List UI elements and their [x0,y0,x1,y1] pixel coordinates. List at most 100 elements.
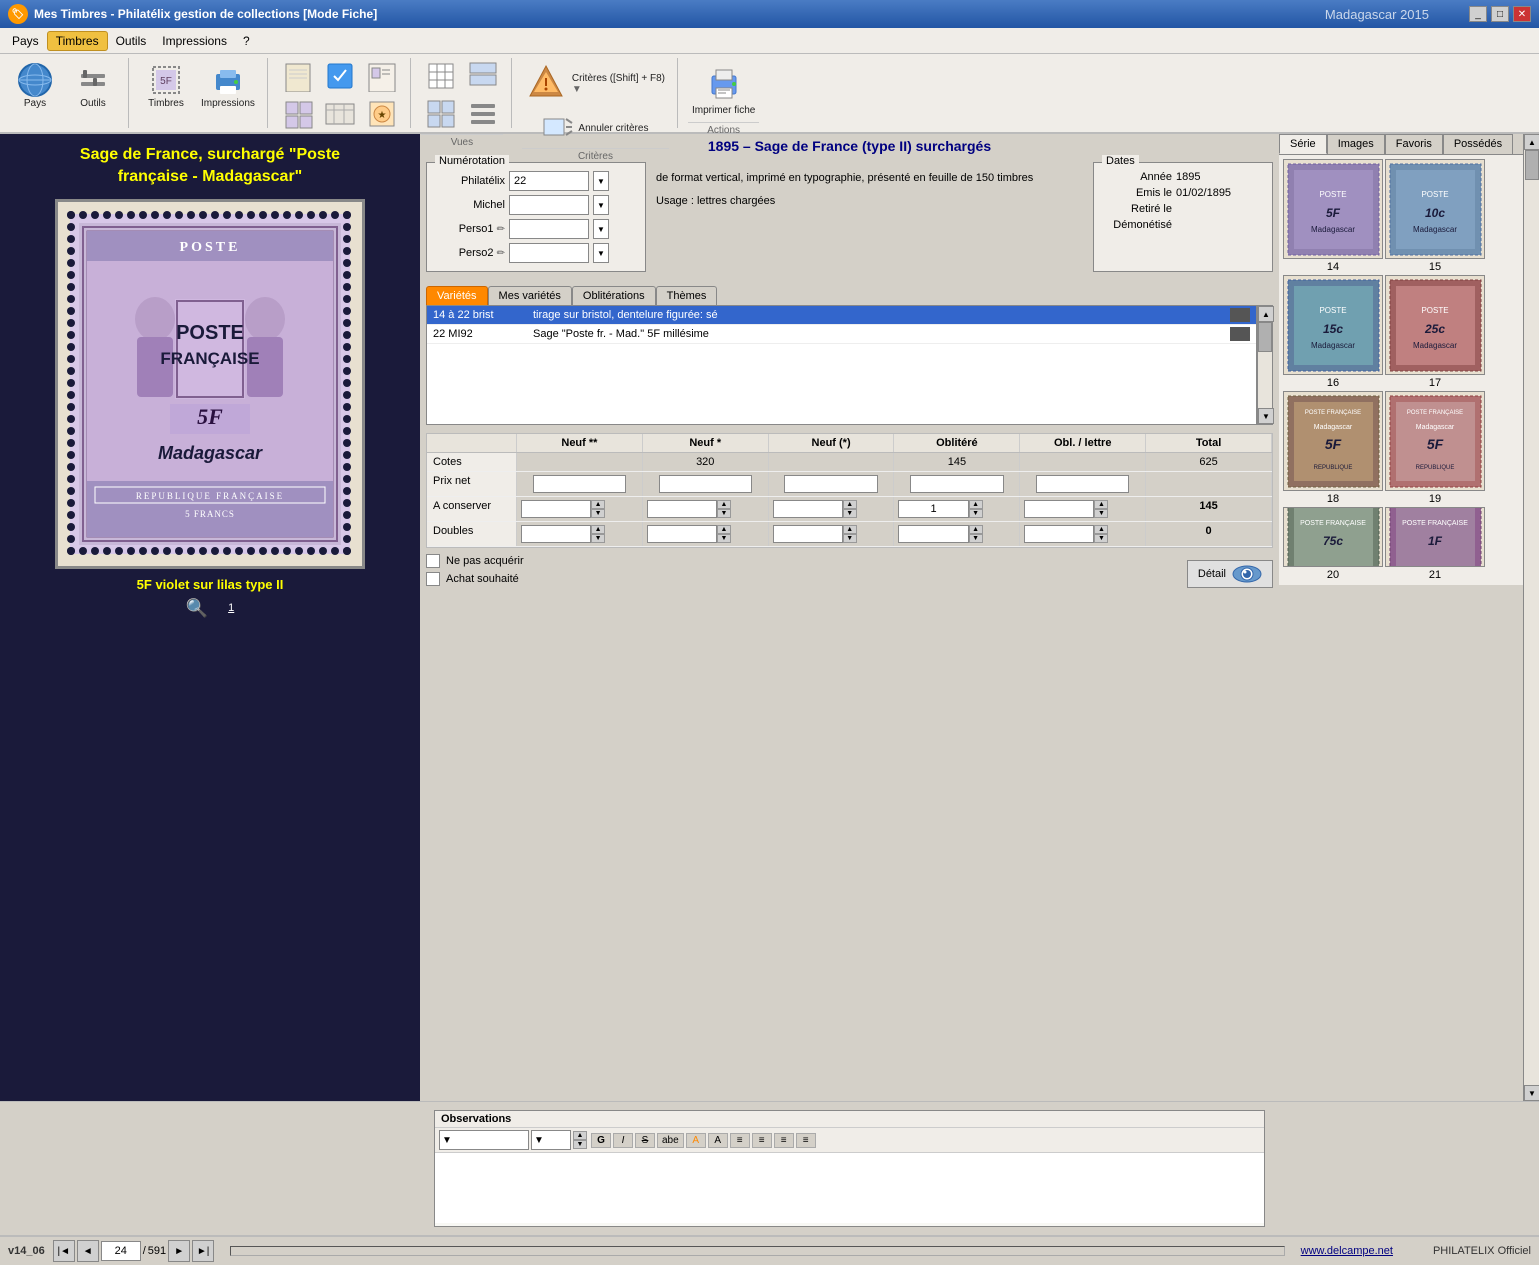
aconserver-neuf-double-down[interactable]: ▼ [591,509,605,518]
perso2-edit-icon[interactable]: ✏ [497,248,505,259]
obs-bold-button[interactable]: G [591,1133,611,1148]
menu-impressions[interactable]: Impressions [154,32,235,50]
collection-btn-5[interactable] [320,96,360,132]
criteres-button[interactable]: Critères ([Shift] + F8) ▼ [522,58,669,109]
doubles-neuf-paren-down[interactable]: ▼ [843,534,857,543]
doubles-neuf-paren-up[interactable]: ▲ [843,525,857,534]
aconserver-obl-lettre-up[interactable]: ▲ [1094,500,1108,509]
variety-row-2[interactable]: 22 MI92 Sage "Poste fr. - Mad." 5F millé… [427,325,1256,344]
doubles-neuf-double-input[interactable] [521,525,591,543]
obs-align-left-button[interactable]: ≡ [730,1133,750,1148]
collection-btn-6[interactable]: ★ [362,96,402,132]
stamp-thumb-19[interactable]: POSTE FRANÇAISE Madagascar 5F REPUBLIQUE… [1385,391,1485,505]
stamp-thumb-21[interactable]: POSTE FRANÇAISE 1F 21 [1385,507,1485,581]
tab-varietes[interactable]: Variétés [426,286,488,305]
obs-color-button[interactable]: A [686,1133,706,1148]
stamp-index[interactable]: 1 [228,602,234,614]
pays-button[interactable]: Pays [8,58,62,113]
ne-pas-acquerir-checkbox[interactable] [426,554,440,568]
aconserver-neuf-paren-down[interactable]: ▼ [843,509,857,518]
aconserver-obl-lettre-input[interactable] [1024,500,1094,518]
aconserver-neuf-double-input[interactable] [521,500,591,518]
doubles-oblitere-up[interactable]: ▲ [969,525,983,534]
imprimer-fiche-button[interactable]: Imprimer fiche [688,58,759,120]
collection-btn-3[interactable] [362,58,402,94]
obs-size-down[interactable]: ▼ [573,1140,587,1149]
aconserver-neuf-single-input[interactable] [647,500,717,518]
right-scroll-up[interactable]: ▲ [1524,134,1539,150]
nav-prev-button[interactable]: ◄ [77,1240,99,1262]
aconserver-neuf-paren-input[interactable] [773,500,843,518]
doubles-neuf-double-down[interactable]: ▼ [591,534,605,543]
variety-row-1[interactable]: 14 à 22 brist tirage sur bristol, dentel… [427,306,1256,325]
variety-scroll-thumb[interactable] [1258,322,1272,352]
aconserver-neuf-single-down[interactable]: ▼ [717,509,731,518]
stamp-thumb-18[interactable]: POSTE FRANÇAISE Madagascar 5F REPUBLIQUE… [1283,391,1383,505]
obs-italic-button[interactable]: I [613,1133,633,1148]
vues-btn-3[interactable] [421,96,461,132]
timbres-button[interactable]: 5F Timbres [139,58,193,113]
menu-timbres[interactable]: Timbres [47,31,108,51]
zoom-button[interactable]: 🔍 [186,598,208,619]
doubles-neuf-single-input[interactable] [647,525,717,543]
prixnet-neuf-single-input[interactable] [659,475,752,493]
detail-button[interactable]: Détail [1187,560,1273,588]
outils-button[interactable]: Outils [66,58,120,113]
collection-btn-2[interactable] [320,58,360,94]
menu-help[interactable]: ? [235,32,258,50]
right-tab-images[interactable]: Images [1327,134,1385,154]
variety-scroll-up[interactable]: ▲ [1258,306,1274,322]
stamp-thumb-20[interactable]: POSTE FRANÇAISE 75c 20 [1283,507,1383,581]
obs-font-dropdown[interactable]: ▼ [439,1130,529,1150]
doubles-neuf-double-up[interactable]: ▲ [591,525,605,534]
doubles-oblitere-input[interactable] [898,525,968,543]
vues-btn-1[interactable] [421,58,461,94]
minimize-button[interactable]: _ [1469,6,1487,22]
aconserver-oblitere-down[interactable]: ▼ [969,509,983,518]
michel-dropdown[interactable]: ▼ [593,195,609,215]
stamp-thumb-15[interactable]: POSTE 10c Madagascar 15 [1385,159,1485,273]
nav-last-button[interactable]: ►| [192,1240,214,1262]
aconserver-neuf-paren-up[interactable]: ▲ [843,500,857,509]
obs-highlight-button[interactable]: A [708,1133,728,1148]
doubles-neuf-paren-input[interactable] [773,525,843,543]
perso1-edit-icon[interactable]: ✏ [497,224,505,235]
doubles-obl-lettre-input[interactable] [1024,525,1094,543]
perso1-input[interactable] [509,219,589,239]
perso1-dropdown[interactable]: ▼ [593,219,609,239]
right-scroll-down[interactable]: ▼ [1524,1085,1539,1101]
prixnet-obl-lettre-input[interactable] [1036,475,1129,493]
doubles-obl-lettre-up[interactable]: ▲ [1094,525,1108,534]
right-tab-serie[interactable]: Série [1279,134,1327,154]
aconserver-obl-lettre-down[interactable]: ▼ [1094,509,1108,518]
collection-btn-4[interactable] [278,96,318,132]
prixnet-neuf-double-input[interactable] [533,475,626,493]
perso2-dropdown[interactable]: ▼ [593,243,609,263]
prixnet-neuf-paren-input[interactable] [784,475,877,493]
right-scroll-thumb[interactable] [1525,150,1539,180]
philatelix-input[interactable] [509,171,589,191]
nav-next-button[interactable]: ► [168,1240,190,1262]
aconserver-neuf-double-up[interactable]: ▲ [591,500,605,509]
philatelix-dropdown[interactable]: ▼ [593,171,609,191]
obs-strikethrough-button[interactable]: S [635,1133,655,1148]
perso2-input[interactable] [509,243,589,263]
current-page-input[interactable] [101,1241,141,1261]
aconserver-oblitere-input[interactable] [898,500,968,518]
obs-justify-button[interactable]: ≡ [796,1133,816,1148]
obs-align-right-button[interactable]: ≡ [774,1133,794,1148]
tab-obliterations[interactable]: Oblitérations [572,286,656,305]
nav-first-button[interactable]: |◄ [53,1240,75,1262]
michel-input[interactable] [509,195,589,215]
aconserver-oblitere-up[interactable]: ▲ [969,500,983,509]
obs-abc-button[interactable]: abe [657,1133,684,1148]
achat-souhaite-checkbox[interactable] [426,572,440,586]
stamp-thumb-16[interactable]: POSTE 15c Madagascar 16 [1283,275,1383,389]
stamp-thumb-14[interactable]: POSTE 5F Madagascar 14 [1283,159,1383,273]
tab-themes[interactable]: Thèmes [656,286,718,305]
menu-pays[interactable]: Pays [4,32,47,50]
close-button[interactable]: ✕ [1513,6,1531,22]
impressions-button[interactable]: Impressions [197,58,259,113]
doubles-neuf-single-down[interactable]: ▼ [717,534,731,543]
maximize-button[interactable]: □ [1491,6,1509,22]
